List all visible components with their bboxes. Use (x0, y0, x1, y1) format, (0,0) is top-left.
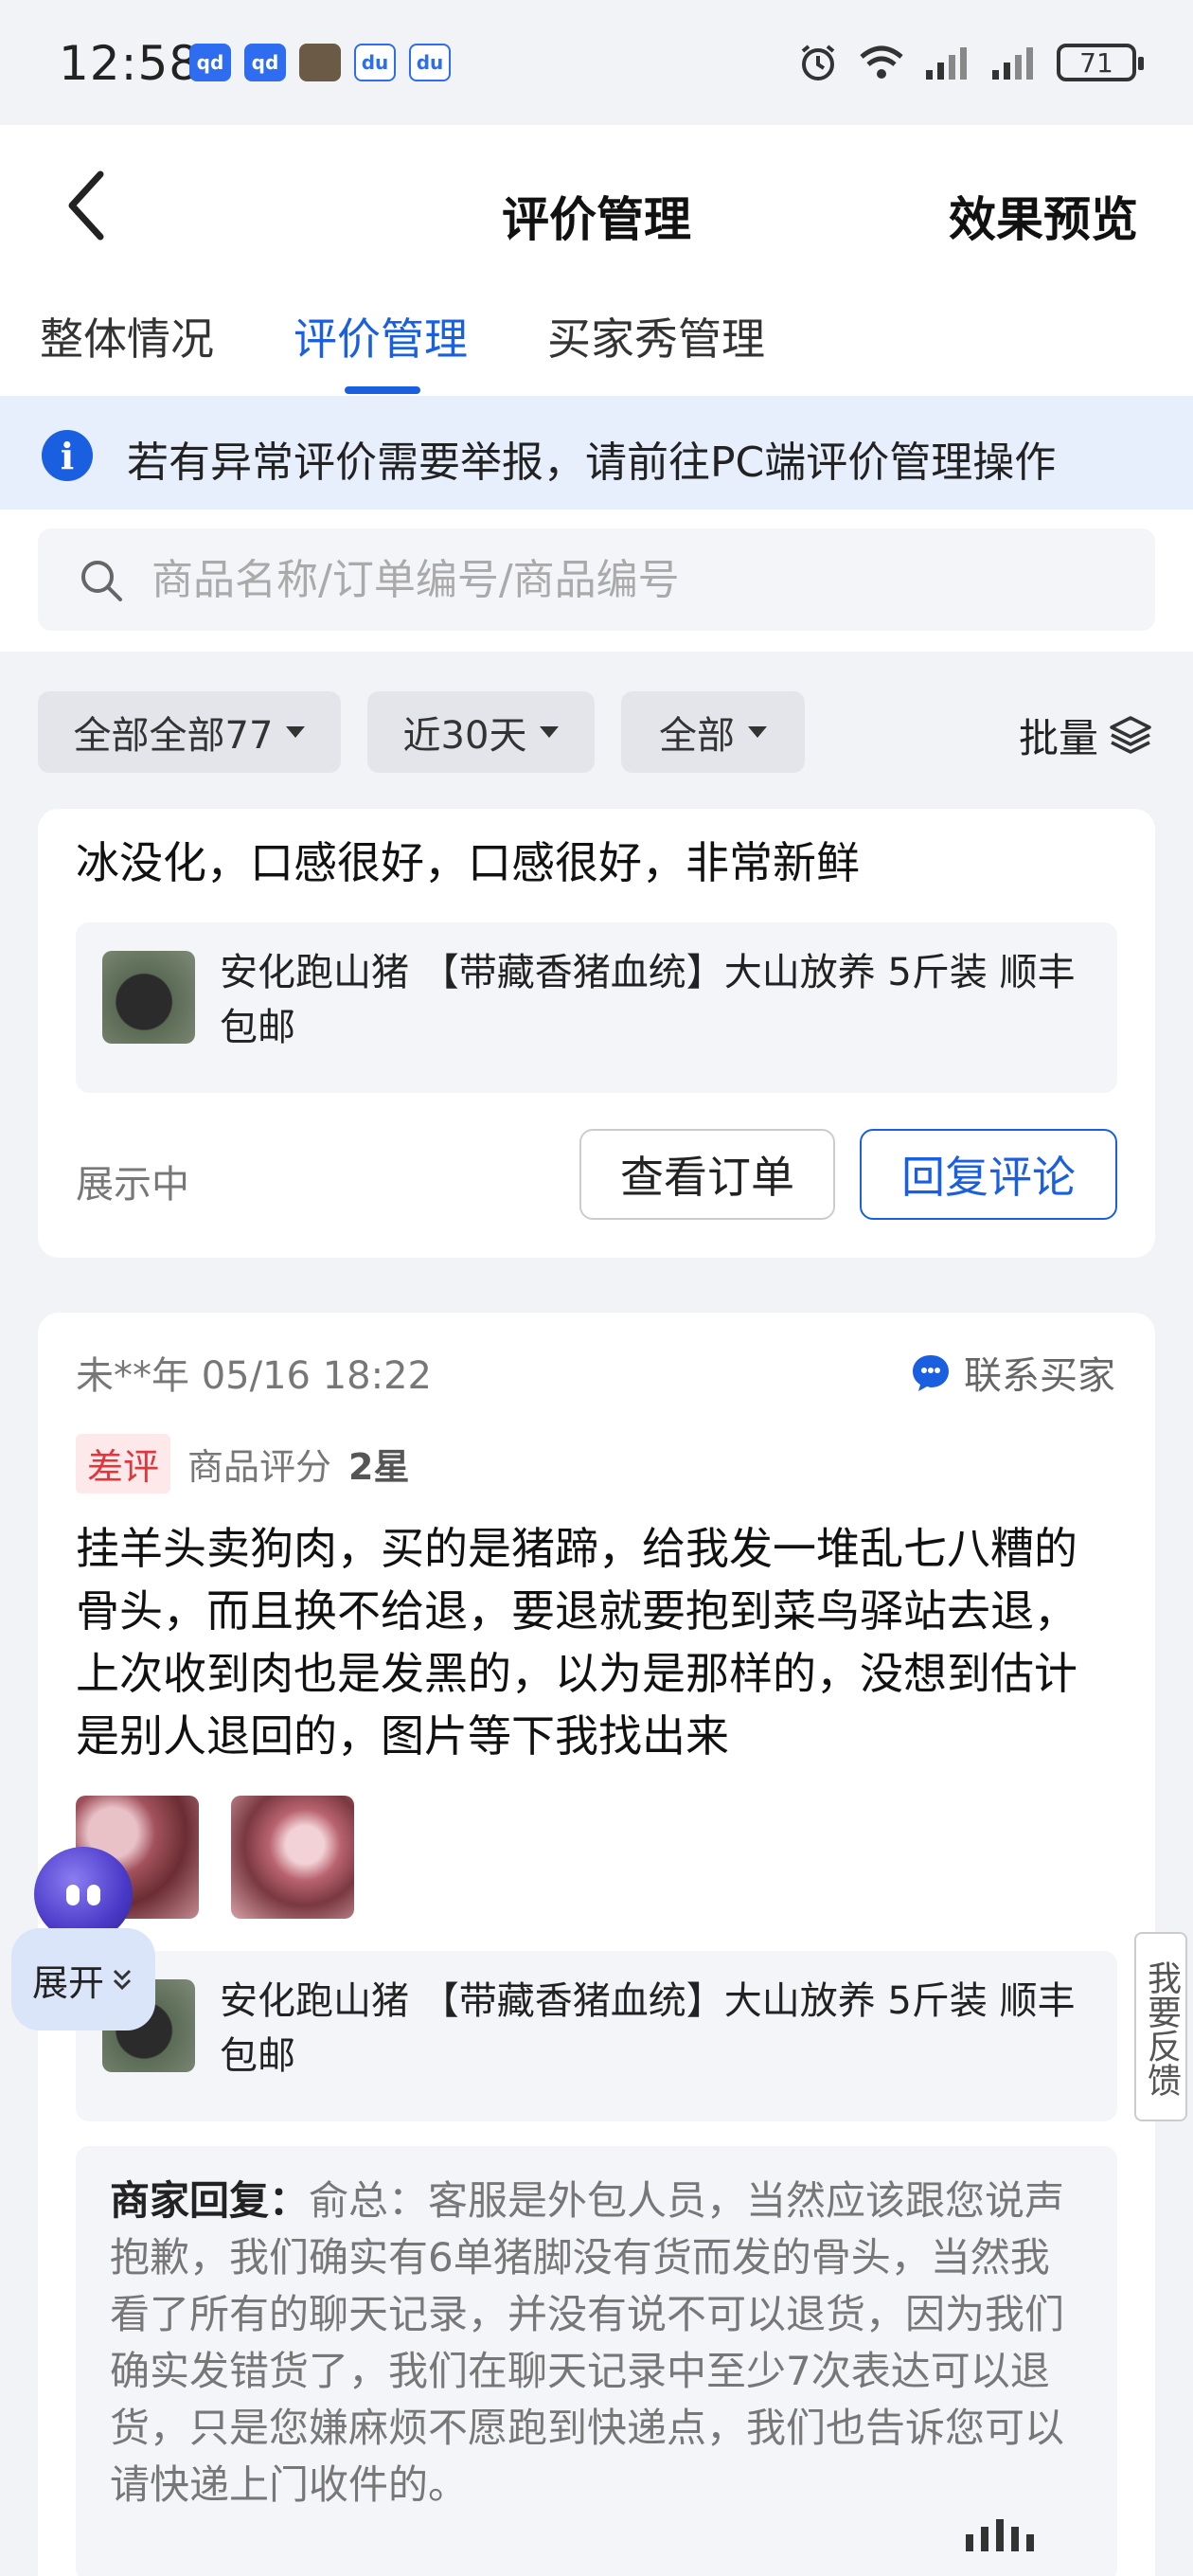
review-card: 未**年 05/16 18:22 联系买家 差评 商品评分 2星 挂羊头卖狗肉，… (38, 1313, 1155, 2576)
review-content: 挂羊头卖狗肉，买的是猪蹄，给我发一堆乱七八糟的骨头，而且换不给退，要退就要抱到菜… (76, 1523, 1077, 1762)
caret-down-icon (286, 726, 306, 738)
wifi-icon (860, 45, 903, 79)
filter-status-label: 全部 (659, 714, 735, 758)
merchant-reply-label: 商家回复： (110, 2177, 310, 2224)
filter-period-label: 近30天 (402, 714, 527, 758)
clock: 12:58 (59, 36, 201, 91)
product-info[interactable]: 安化跑山猪 【带藏香猪血统】大山放养 5斤装 顺丰包邮 (76, 922, 1117, 1093)
review-status: 展示中 (76, 1163, 189, 1207)
product-name: 安化跑山猪 【带藏香猪血统】大山放养 5斤装 顺丰包邮 (220, 951, 1076, 1049)
search-section (0, 510, 1193, 652)
buyer-and-time: 未**年 05/16 18:22 (76, 1354, 432, 1398)
chat-bubble-icon (913, 1355, 949, 1391)
baidu-icon: du (354, 44, 396, 81)
batch-label: 批量 (1018, 715, 1098, 761)
signal-icon (926, 47, 967, 80)
review-photo[interactable] (231, 1796, 354, 1919)
tab-review-management[interactable]: 评价管理 (294, 305, 468, 367)
rating-row: 差评 商品评分 2星 (76, 1434, 409, 1494)
search-box[interactable] (38, 528, 1155, 631)
product-name: 安化跑山猪 【带藏香猪血统】大山放养 5斤装 顺丰包邮 (220, 1979, 1076, 2078)
tab-buyer-show[interactable]: 买家秀管理 (547, 305, 765, 367)
rating-value: 2星 (348, 1446, 410, 1488)
search-input[interactable] (151, 528, 1098, 631)
robot-eye (66, 1885, 80, 1905)
bad-review-badge: 差评 (76, 1434, 171, 1494)
tab-bar: 整体情况 评价管理 买家秀管理 (0, 286, 1193, 390)
review-card: 冰没化，口感很好，口感很好，非常新鲜 安化跑山猪 【带藏香猪血统】大山放养 5斤… (38, 809, 1155, 1258)
filter-type-label: 全部全部77 (73, 714, 274, 758)
feedback-button[interactable]: 我要反馈 (1134, 1932, 1187, 2121)
app-badge-icon: qd (189, 44, 231, 81)
batch-button[interactable]: 批量 (1019, 707, 1153, 764)
signal-icon (992, 47, 1033, 80)
photo-app-icon (299, 44, 341, 81)
filter-bar: 全部全部77 近30天 全部 批量 (0, 672, 1193, 786)
app-badge-icon: qd (244, 44, 286, 81)
view-order-button[interactable]: 查看订单 (579, 1129, 835, 1220)
notice-banner: i 若有异常评价需要举报，请前往PC端评价管理操作 (0, 396, 1193, 510)
caret-down-icon (540, 726, 560, 738)
baidu-icon: du (409, 44, 451, 81)
review-content: 冰没化，口感很好，口感很好，非常新鲜 (76, 837, 860, 888)
alarm-icon (801, 45, 835, 80)
contact-buyer-label: 联系买家 (964, 1354, 1115, 1398)
ai-assistant-widget[interactable]: 展开 (6, 1847, 163, 2046)
contact-buyer-button[interactable]: 联系买家 (909, 1345, 1115, 1400)
rating-label: 商品评分 (187, 1446, 332, 1488)
tab-overview[interactable]: 整体情况 (40, 305, 214, 367)
filter-status-dropdown[interactable]: 全部 (621, 691, 805, 773)
robot-eye (87, 1885, 100, 1905)
reply-review-button[interactable]: 回复评论 (860, 1129, 1117, 1220)
product-info[interactable]: 安化跑山猪 【带藏香猪血统】大山放养 5斤装 顺丰包邮 (76, 1951, 1117, 2121)
merchant-reply-text: 俞总：客服是外包人员，当然应该跟您说声抱歉，我们确实有6单猪脚没有货而发的骨头，… (110, 2177, 1065, 2508)
filter-type-dropdown[interactable]: 全部全部77 (38, 691, 341, 773)
merchant-reply: 商家回复：俞总：客服是外包人员，当然应该跟您说声抱歉，我们确实有6单猪脚没有货而… (76, 2146, 1117, 2576)
status-bar: 12:58 qd qd du du 71 (0, 0, 1193, 125)
caret-down-icon (748, 726, 767, 738)
expand-button[interactable]: 展开 (11, 1928, 155, 2030)
search-icon (81, 561, 122, 601)
expand-label: 展开 (31, 1961, 104, 2004)
chevron-double-down-icon (113, 1969, 132, 1991)
system-icons: 71 (797, 42, 1144, 83)
product-thumbnail (102, 951, 195, 1044)
navigation-indicator (966, 2519, 1034, 2551)
notification-icons: qd qd du du (189, 44, 451, 81)
layers-icon (1110, 715, 1151, 754)
robot-icon (34, 1847, 133, 1941)
notice-text: 若有异常评价需要举报，请前往PC端评价管理操作 (127, 438, 1057, 487)
filter-period-dropdown[interactable]: 近30天 (367, 691, 595, 773)
active-tab-indicator (345, 386, 420, 394)
preview-button[interactable]: 效果预览 (949, 182, 1138, 250)
battery-icon: 71 (1057, 44, 1144, 81)
info-icon: i (42, 430, 93, 481)
